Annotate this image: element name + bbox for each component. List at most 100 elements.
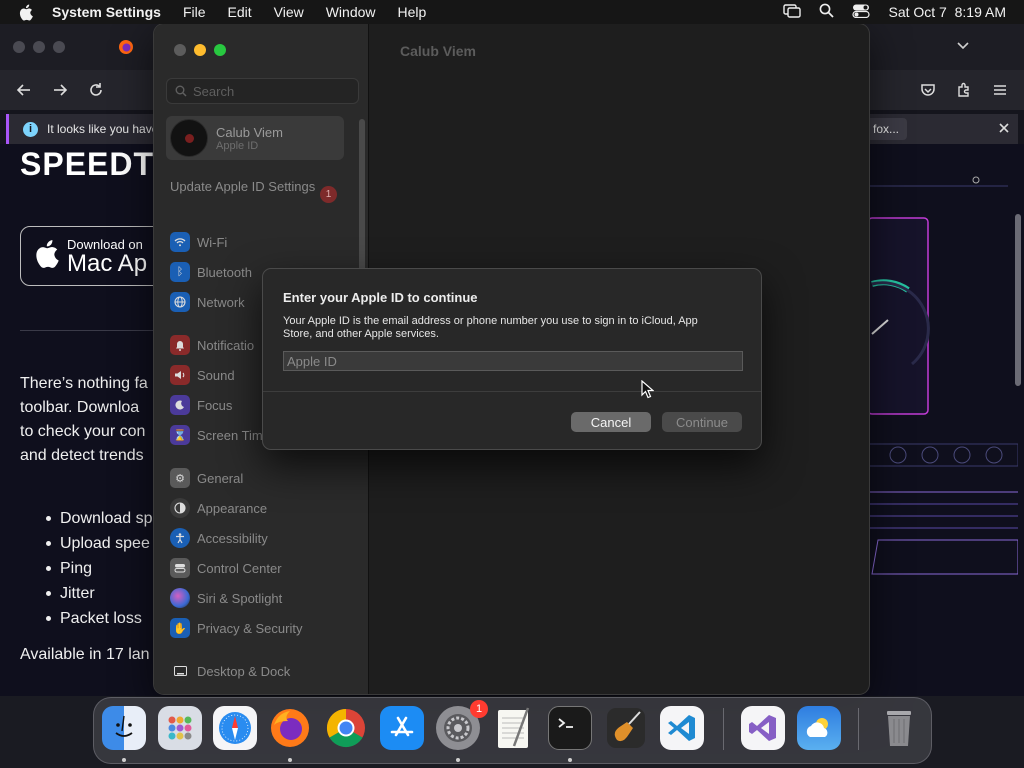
sidebar-scrollbar[interactable] (359, 119, 365, 279)
sidebar-item-label: Desktop & Dock (197, 663, 291, 679)
hamburger-menu-icon[interactable] (992, 82, 1008, 103)
sidebar-item-wifi[interactable]: Wi-Fi (170, 231, 227, 253)
control-center-icon[interactable] (852, 4, 871, 21)
list-item: Jitter (46, 581, 153, 606)
page-headline: SPEEDT (20, 146, 155, 182)
browser-close-button[interactable] (13, 41, 25, 53)
terminal-icon[interactable] (548, 706, 592, 750)
apple-id-account-row[interactable]: Calub Viem Apple ID (166, 116, 344, 160)
hourglass-icon: ⌛ (170, 425, 190, 445)
browser-zoom-button[interactable] (53, 41, 65, 53)
sidebar-search-field[interactable]: Search (166, 78, 359, 104)
sidebar-item-notifications[interactable]: Notificatio (170, 334, 254, 356)
account-subtitle: Apple ID (216, 139, 259, 152)
sidebar-item-bluetooth[interactable]: ᛒ Bluetooth (170, 261, 252, 283)
search-placeholder: Search (193, 83, 235, 99)
browser-scrollbar[interactable] (1015, 214, 1021, 386)
firefox-tab-icon[interactable] (118, 39, 134, 60)
mouse-pointer-icon (641, 380, 654, 399)
available-languages-text: Available in 17 lan (20, 646, 150, 663)
hand-icon: ✋ (170, 618, 190, 638)
browser-minimize-button[interactable] (33, 41, 45, 53)
list-item: Download sp (46, 506, 153, 531)
notification-close-icon[interactable] (997, 121, 1011, 138)
feature-list: Download sp Upload spee Ping Jitter Pack… (46, 506, 153, 631)
vscode-icon[interactable] (660, 706, 704, 750)
sidebar-item-label: Siri & Spotlight (197, 590, 283, 606)
reload-icon[interactable] (88, 82, 104, 103)
apple-menu-icon[interactable] (18, 4, 38, 21)
cancel-button[interactable]: Cancel (571, 412, 651, 432)
running-indicator (568, 758, 572, 762)
extensions-icon[interactable] (956, 82, 972, 103)
control-center-settings-icon (170, 558, 190, 578)
forward-arrow-icon[interactable] (52, 82, 68, 103)
dock: 1 (93, 697, 932, 764)
pocket-icon[interactable] (920, 82, 936, 103)
running-indicator (122, 758, 126, 762)
sidebar-item-privacy-security[interactable]: ✋ Privacy & Security (170, 617, 302, 639)
apple-id-input[interactable] (283, 351, 743, 371)
menu-app-name[interactable]: System Settings (52, 4, 161, 20)
sidebar-item-focus[interactable]: Focus (170, 394, 232, 416)
sidebar-item-control-center[interactable]: Control Center (170, 557, 282, 579)
sidebar-item-label: Control Center (197, 560, 282, 576)
trash-icon[interactable] (877, 706, 921, 750)
menu-file[interactable]: File (183, 4, 206, 20)
launchpad-icon[interactable] (158, 706, 202, 750)
dock-divider (858, 708, 859, 750)
spotlight-search-icon[interactable] (819, 3, 835, 21)
zoom-button[interactable] (214, 44, 226, 56)
sidebar-item-desktop-dock[interactable]: Desktop & Dock (170, 660, 290, 682)
weather-icon[interactable] (797, 706, 841, 750)
sidebar-item-label: Notificatio (197, 337, 255, 353)
minimize-button[interactable] (194, 44, 206, 56)
sidebar-item-accessibility[interactable]: Accessibility (170, 527, 268, 549)
sidebar-item-label: Wi-Fi (197, 234, 228, 250)
garageband-icon[interactable] (604, 706, 648, 750)
sidebar-item-appearance[interactable]: Appearance (170, 497, 267, 519)
menu-view[interactable]: View (274, 4, 304, 20)
account-name: Calub Viem (216, 124, 283, 140)
notification-action-button[interactable]: fox... (865, 118, 908, 140)
safari-icon[interactable] (213, 706, 257, 750)
finder-icon[interactable] (102, 706, 146, 750)
menu-help[interactable]: Help (398, 4, 427, 20)
tab-list-chevron-icon[interactable] (956, 38, 970, 57)
menu-bar: System Settings File Edit View Window He… (0, 0, 1024, 24)
sidebar-item-label: Sound (197, 367, 235, 383)
sidebar-item-general[interactable]: ⚙ General (170, 467, 243, 489)
notification-text: It looks like you have (47, 122, 159, 136)
search-icon (175, 85, 187, 97)
chrome-icon[interactable] (324, 706, 368, 750)
list-item: Ping (46, 556, 153, 581)
accessibility-icon (170, 528, 190, 548)
back-arrow-icon[interactable] (16, 82, 32, 103)
menubar-clock[interactable]: Sat Oct 7 8:19 AM (888, 4, 1006, 20)
update-apple-id-settings-item[interactable]: Update Apple ID Settings (170, 179, 340, 195)
sidebar-item-siri-spotlight[interactable]: Siri & Spotlight (170, 587, 282, 609)
menu-edit[interactable]: Edit (228, 4, 252, 20)
close-button[interactable] (174, 44, 186, 56)
menu-window[interactable]: Window (326, 4, 376, 20)
visual-studio-icon[interactable] (741, 706, 785, 750)
continue-button[interactable]: Continue (662, 412, 742, 432)
notification-badge: 1 (470, 700, 488, 718)
screen-mirroring-icon[interactable] (783, 3, 802, 21)
speedtest-illustration (868, 176, 1018, 575)
sidebar-item-label: Privacy & Security (197, 620, 303, 636)
sidebar-item-sound[interactable]: Sound (170, 364, 235, 386)
list-item: Packet loss (46, 606, 153, 631)
system-settings-icon[interactable]: 1 (436, 700, 488, 750)
sidebar-item-network[interactable]: Network (170, 291, 245, 313)
badge-big-text: Mac Ap (67, 249, 148, 277)
textedit-icon[interactable] (492, 706, 536, 750)
firefox-icon[interactable] (268, 706, 312, 750)
dialog-description: Your Apple ID is the email address or ph… (283, 315, 698, 340)
sidebar-item-screen-time[interactable]: ⌛ Screen Tim (170, 424, 263, 446)
desktop-dock-icon (170, 661, 190, 681)
sidebar-item-label: Accessibility (197, 530, 268, 546)
running-indicator (288, 758, 292, 762)
update-count-badge: 1 (320, 186, 337, 203)
app-store-icon[interactable] (380, 706, 424, 750)
